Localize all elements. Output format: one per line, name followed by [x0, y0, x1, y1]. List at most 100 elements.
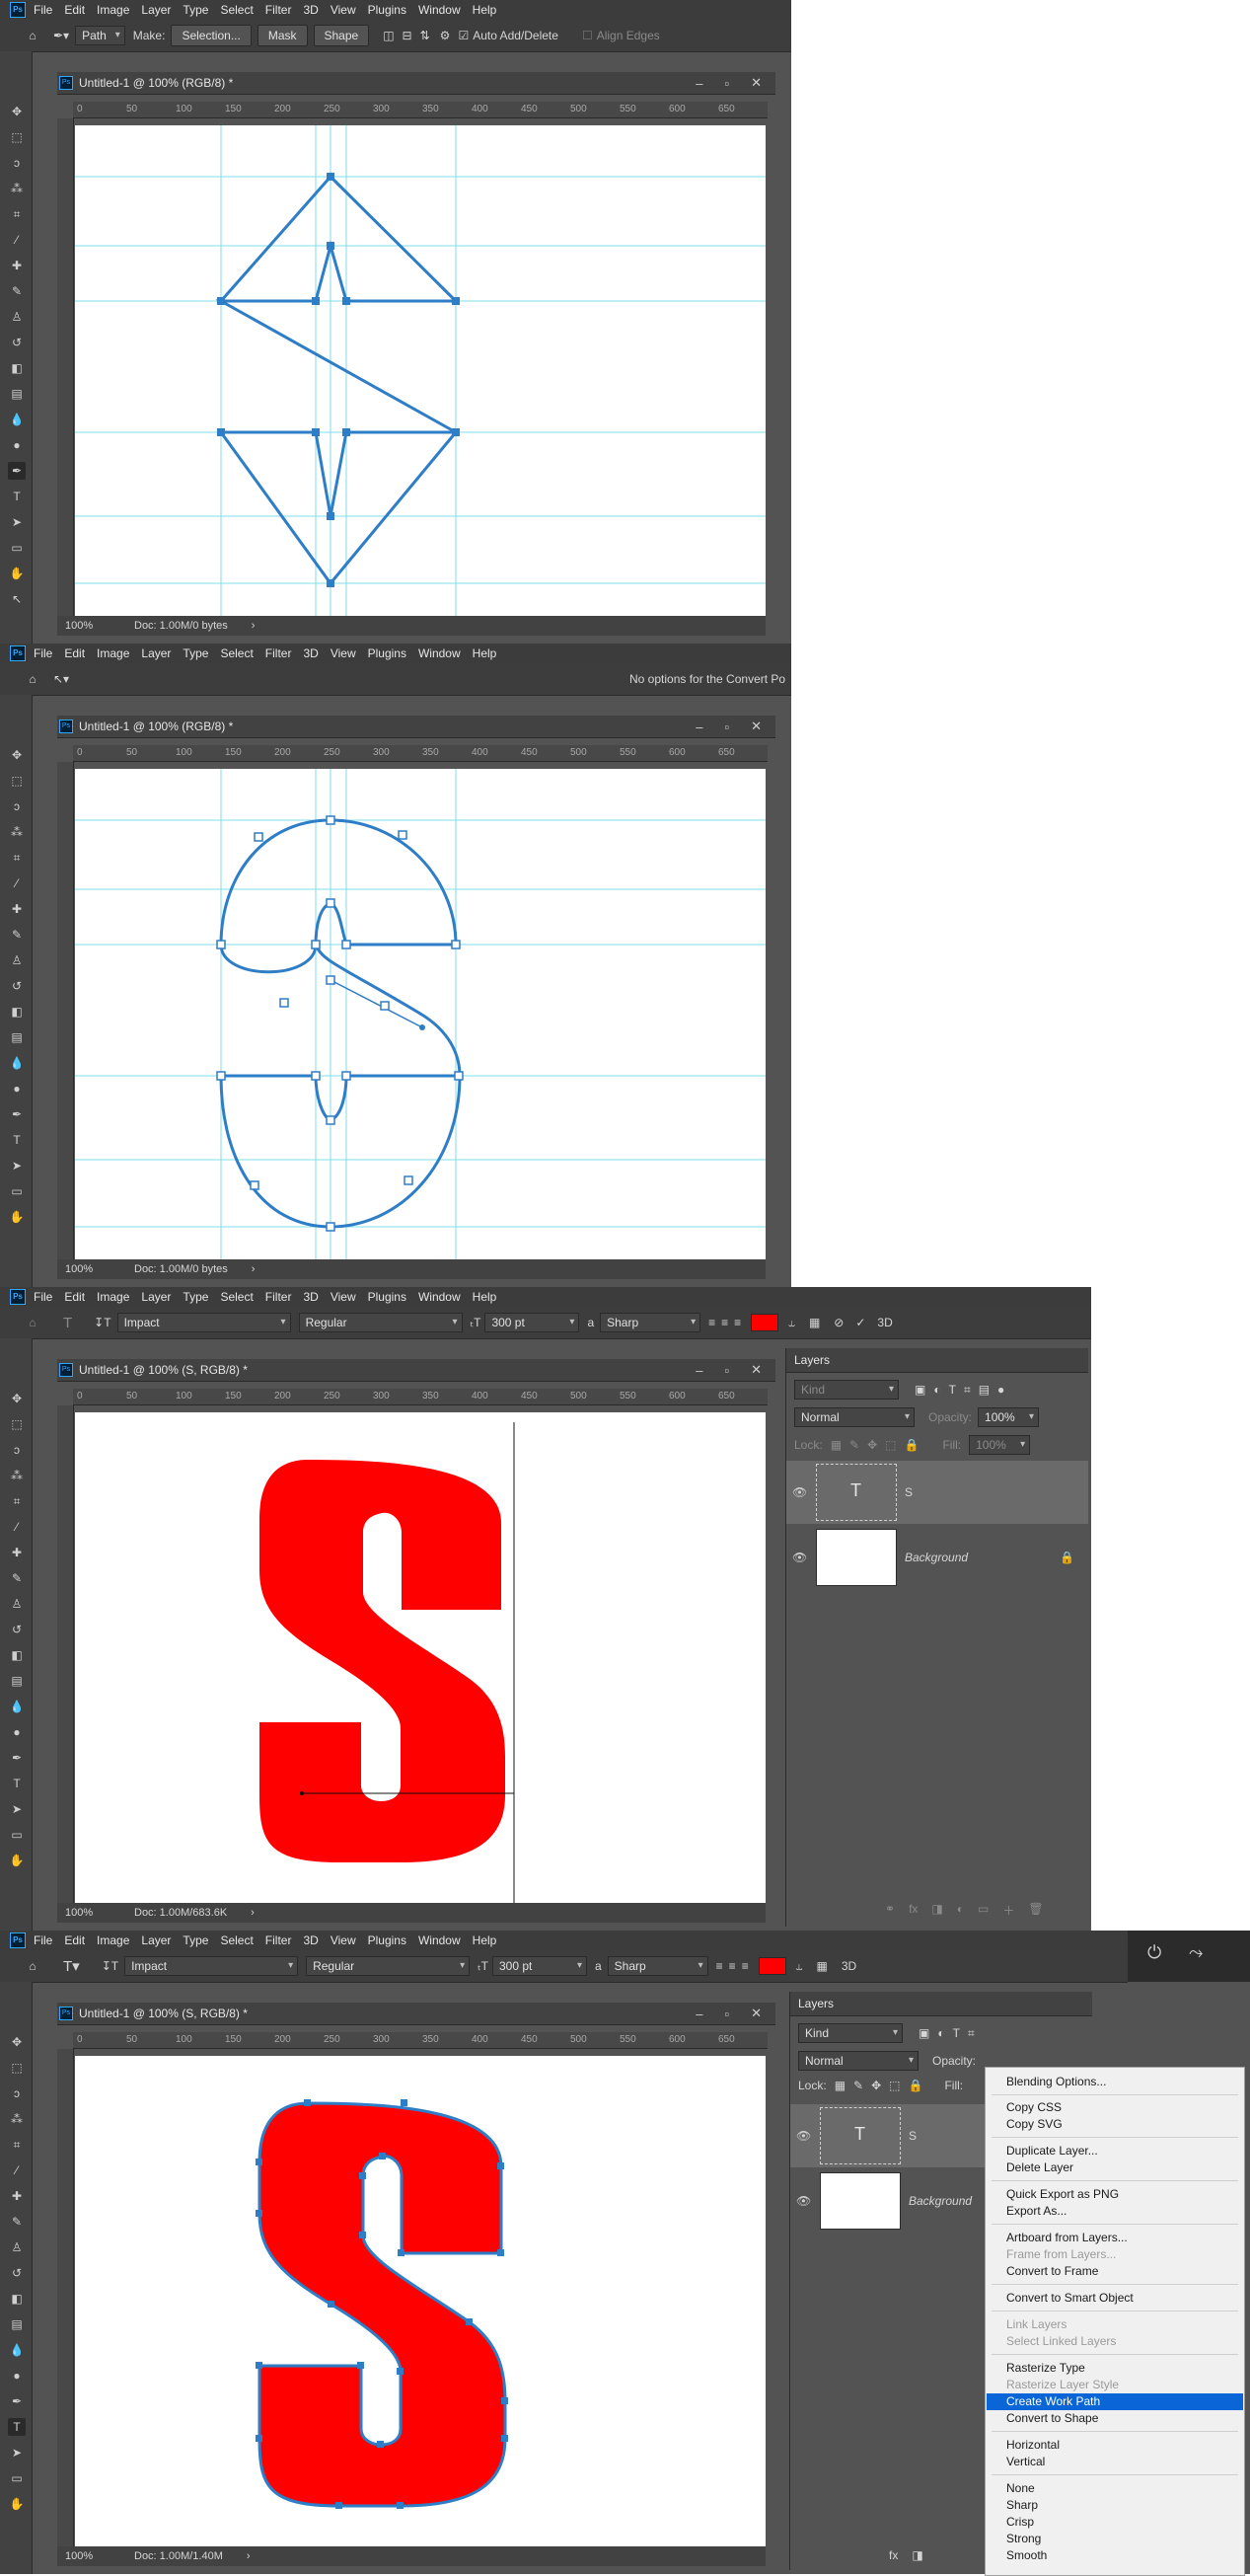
- marquee-tool-icon[interactable]: ⬚: [8, 128, 26, 146]
- path-arrangement-icon[interactable]: ⇅: [420, 29, 430, 42]
- history-brush-icon[interactable]: ↺: [8, 2264, 26, 2282]
- lock-pixels-icon[interactable]: ▦: [835, 2079, 846, 2092]
- pen-tool-icon[interactable]: ✒: [8, 2392, 26, 2410]
- status-chevron-icon[interactable]: ›: [252, 620, 256, 632]
- move-tool-icon[interactable]: ✥: [8, 1390, 26, 1407]
- fx-icon[interactable]: fx: [889, 2548, 898, 2562]
- filter-shape-icon[interactable]: ⌗: [968, 2026, 975, 2041]
- lock-pixels-icon[interactable]: ▦: [831, 1438, 842, 1452]
- hand-tool-icon[interactable]: ✋: [8, 565, 26, 582]
- quick-select-tool-icon[interactable]: ⁂: [8, 823, 26, 841]
- healing-tool-icon[interactable]: ✚: [8, 900, 26, 918]
- blur-tool-icon[interactable]: 💧: [8, 1054, 26, 1072]
- menu-image[interactable]: Image: [97, 3, 129, 17]
- menu-item-convert-to-shape[interactable]: Convert to Shape: [987, 2410, 1243, 2427]
- close-icon[interactable]: ✕: [751, 75, 762, 91]
- new-layer-icon[interactable]: ＋: [1002, 1902, 1014, 1919]
- gradient-tool-icon[interactable]: ▤: [8, 1028, 26, 1046]
- menu-item-copy-css[interactable]: Copy CSS: [987, 2099, 1243, 2116]
- menu-image[interactable]: Image: [97, 1290, 129, 1304]
- layer-name[interactable]: Background: [909, 2194, 972, 2208]
- warp-text-icon[interactable]: ⥿: [788, 1316, 795, 1330]
- text-orientation-icon[interactable]: ↧T: [94, 1316, 110, 1329]
- tool-mode-select[interactable]: Path: [75, 26, 125, 45]
- document-tab[interactable]: Ps Untitled-1 @ 100% (RGB/8) * – ▫ ✕: [57, 716, 775, 738]
- brush-tool-icon[interactable]: ✎: [8, 2213, 26, 2231]
- zoom-level[interactable]: 100%: [65, 1263, 134, 1275]
- add-mask-icon[interactable]: ◨: [931, 1902, 942, 1919]
- adjustment-icon[interactable]: ◐: [957, 1902, 964, 1919]
- pen-tool-icon[interactable]: ✒: [8, 462, 26, 480]
- graph-icon[interactable]: ⤳: [1189, 1942, 1203, 1963]
- align-right-icon[interactable]: ≡: [742, 1959, 749, 1973]
- menu-image[interactable]: Image: [97, 1933, 129, 1947]
- menu-help[interactable]: Help: [473, 646, 497, 660]
- menu-select[interactable]: Select: [220, 1933, 253, 1947]
- lasso-tool-icon[interactable]: ↄ: [8, 797, 26, 815]
- gradient-tool-icon[interactable]: ▤: [8, 2315, 26, 2333]
- menu-image[interactable]: Image: [97, 646, 129, 660]
- healing-tool-icon[interactable]: ✚: [8, 2187, 26, 2205]
- cancel-icon[interactable]: ⊘: [834, 1316, 844, 1329]
- layer-name[interactable]: S: [909, 2129, 917, 2143]
- menu-item-rasterize-type[interactable]: Rasterize Type: [987, 2360, 1243, 2377]
- menu-item-smooth[interactable]: Smooth: [987, 2547, 1243, 2564]
- menu-3d[interactable]: 3D: [303, 3, 318, 17]
- menu-item-crisp[interactable]: Crisp: [987, 2514, 1243, 2531]
- power-icon[interactable]: ⏻: [1147, 1942, 1161, 1963]
- menu-file[interactable]: File: [34, 646, 52, 660]
- menu-select[interactable]: Select: [220, 646, 253, 660]
- path-select-tool-icon[interactable]: ➤: [8, 1800, 26, 1818]
- menu-item-blending-options[interactable]: Blending Options...: [987, 2074, 1243, 2090]
- type-tool-icon[interactable]: T: [8, 488, 26, 505]
- menu-select[interactable]: Select: [220, 1290, 253, 1304]
- menu-edit[interactable]: Edit: [64, 3, 85, 17]
- visibility-eye-icon[interactable]: 👁: [792, 1485, 812, 1499]
- crop-tool-icon[interactable]: ⌗: [8, 205, 26, 223]
- type-tool-preset-icon[interactable]: T: [63, 1315, 72, 1331]
- menu-item-horizontal[interactable]: Horizontal: [987, 2437, 1243, 2454]
- filter-toggle-icon[interactable]: ●: [997, 1383, 1004, 1397]
- menu-plugins[interactable]: Plugins: [368, 1933, 406, 1947]
- fx-icon[interactable]: fx: [909, 1902, 918, 1919]
- stamp-tool-icon[interactable]: ♙: [8, 951, 26, 969]
- canvas[interactable]: [75, 125, 766, 619]
- menu-item-strong[interactable]: Strong: [987, 2531, 1243, 2547]
- status-chevron-icon[interactable]: ›: [252, 1263, 256, 1275]
- link-layers-icon[interactable]: ⚭: [885, 1902, 895, 1919]
- eyedropper-tool-icon[interactable]: ⁄: [8, 231, 26, 249]
- lock-all-icon[interactable]: 🔒: [909, 2079, 923, 2092]
- healing-tool-icon[interactable]: ✚: [8, 257, 26, 274]
- move-tool-icon[interactable]: ✥: [8, 2033, 26, 2051]
- menu-item-none[interactable]: None: [987, 2480, 1243, 2497]
- make-shape-button[interactable]: Shape: [313, 25, 370, 46]
- menu-layer[interactable]: Layer: [141, 1933, 171, 1947]
- filter-adjust-icon[interactable]: ◐: [937, 2026, 944, 2040]
- stamp-tool-icon[interactable]: ♙: [8, 308, 26, 326]
- canvas[interactable]: [75, 769, 766, 1262]
- filter-image-icon[interactable]: ▣: [915, 1383, 925, 1397]
- zoom-level[interactable]: 100%: [65, 2550, 134, 2562]
- document-tab[interactable]: Ps Untitled-1 @ 100% (RGB/8) * – ▫ ✕: [57, 72, 775, 95]
- antialias-select[interactable]: Sharp: [600, 1313, 701, 1332]
- path-select-tool-icon[interactable]: ➤: [8, 1157, 26, 1174]
- menu-plugins[interactable]: Plugins: [368, 3, 406, 17]
- crop-tool-icon[interactable]: ⌗: [8, 2136, 26, 2154]
- close-icon[interactable]: ✕: [751, 2006, 762, 2021]
- layers-panel-title[interactable]: Layers: [794, 1353, 830, 1367]
- dodge-tool-icon[interactable]: ●: [8, 1723, 26, 1741]
- shape-tool-icon[interactable]: ▭: [8, 1182, 26, 1200]
- menu-item-quick-export-png[interactable]: Quick Export as PNG: [987, 2186, 1243, 2203]
- menu-window[interactable]: Window: [418, 1933, 461, 1947]
- menu-select[interactable]: Select: [220, 3, 253, 17]
- move-tool-icon[interactable]: ✥: [8, 103, 26, 120]
- history-brush-icon[interactable]: ↺: [8, 1621, 26, 1638]
- text-color-swatch[interactable]: [758, 1957, 786, 1975]
- close-icon[interactable]: ✕: [751, 719, 762, 734]
- filter-smart-icon[interactable]: ▤: [979, 1383, 990, 1397]
- lock-all-icon[interactable]: 🔒: [905, 1438, 919, 1452]
- menu-3d[interactable]: 3D: [303, 1290, 318, 1304]
- eyedropper-tool-icon[interactable]: ⁄: [8, 2161, 26, 2179]
- opacity-input[interactable]: 100%: [978, 1407, 1040, 1427]
- visibility-eye-icon[interactable]: 👁: [796, 2129, 816, 2143]
